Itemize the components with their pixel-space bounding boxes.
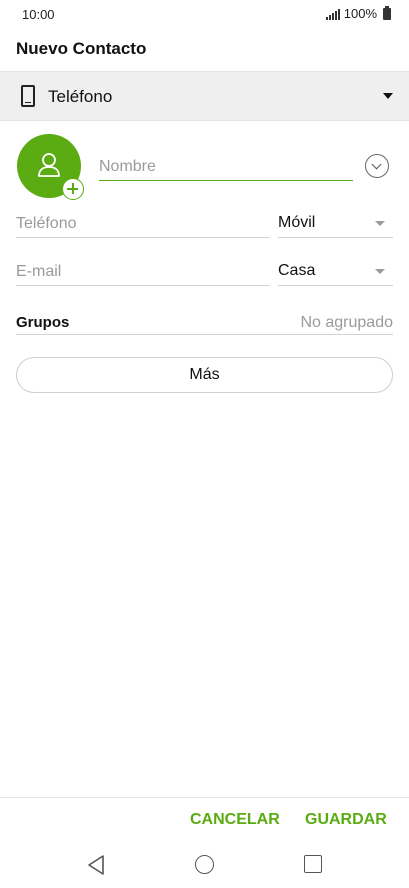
name-input[interactable] — [99, 153, 353, 181]
back-icon[interactable] — [86, 854, 106, 876]
status-bar: 10:00 100% — [0, 0, 409, 30]
groups-field[interactable]: Grupos No agrupado — [16, 311, 393, 335]
account-selector[interactable]: Teléfono — [0, 71, 409, 121]
dropdown-arrow-icon — [383, 93, 393, 99]
phone-input[interactable] — [16, 210, 270, 238]
home-icon[interactable] — [195, 855, 214, 874]
expand-name-button[interactable] — [365, 154, 389, 178]
phone-type-value: Móvil — [278, 214, 316, 231]
navigation-bar — [0, 841, 409, 888]
account-label: Teléfono — [48, 87, 113, 106]
cancel-button[interactable]: CANCELAR — [190, 811, 280, 829]
chevron-down-icon — [375, 221, 385, 226]
signal-icon — [325, 8, 340, 20]
email-type-select[interactable]: Casa — [278, 258, 393, 286]
page-title: Nuevo Contacto — [16, 39, 147, 58]
person-icon — [38, 153, 60, 177]
status-indicators: 100% — [325, 5, 391, 21]
groups-value: No agrupado — [300, 314, 393, 331]
battery-level: 100% — [343, 6, 377, 21]
battery-icon — [383, 5, 391, 20]
phone-icon — [21, 85, 35, 107]
chevron-down-icon — [375, 269, 385, 274]
action-bar: CANCELAR GUARDAR — [0, 797, 409, 841]
email-input[interactable] — [16, 258, 270, 286]
groups-label: Grupos — [16, 314, 70, 331]
status-time: 10:00 — [22, 7, 55, 22]
phone-type-select[interactable]: Móvil — [278, 210, 393, 238]
more-fields-button[interactable]: Más — [16, 357, 393, 393]
email-type-value: Casa — [278, 262, 316, 279]
recent-apps-icon[interactable] — [304, 855, 322, 873]
add-photo-icon[interactable] — [62, 178, 84, 200]
save-button[interactable]: GUARDAR — [305, 811, 387, 829]
